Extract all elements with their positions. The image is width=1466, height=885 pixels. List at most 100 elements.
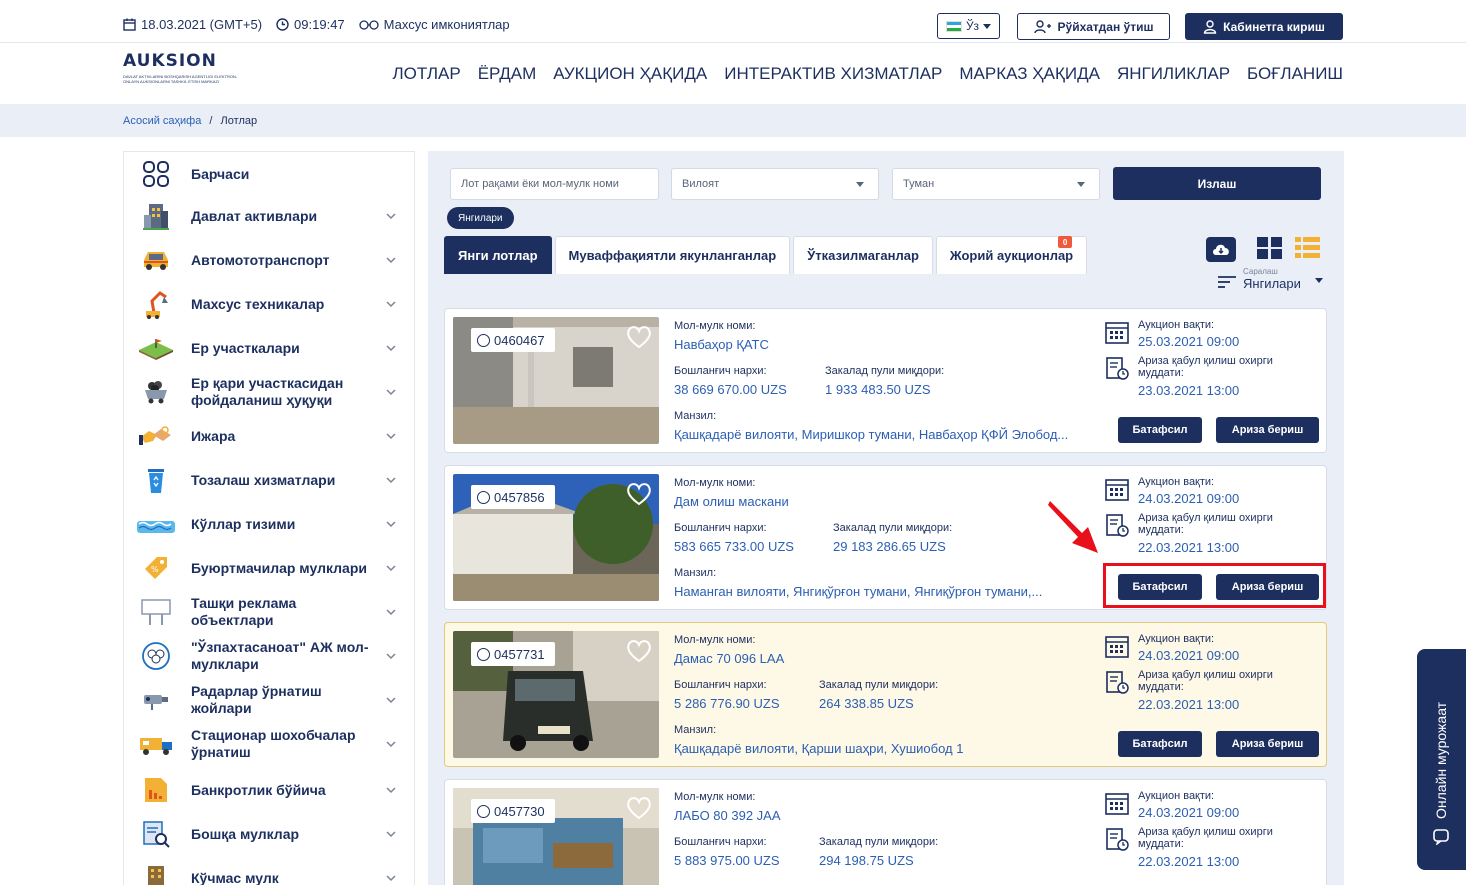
sidebar-item-subsoil-rights[interactable]: Ер қари участкасидан фойдаланиш ҳуқуқи (124, 370, 414, 414)
category-sidebar: Барчаси Давлат активлари Автомототранспо… (123, 151, 415, 885)
nav-lots[interactable]: ЛОТЛАР (392, 64, 460, 84)
details-button[interactable]: Батафсил (1118, 417, 1202, 443)
sidebar-item-real-estate[interactable]: Кўчмас мулк (124, 856, 414, 885)
sidebar-item-customer-property[interactable]: % Буюртмачилар мулклари (124, 546, 414, 590)
list-view-icon[interactable] (1295, 237, 1320, 259)
lot-name[interactable]: Навбаҳор ҚАТС (674, 337, 769, 352)
tab-current-auctions[interactable]: Жорий аукционлар 0 (935, 236, 1088, 274)
heart-icon[interactable] (626, 639, 652, 663)
tab-new-lots[interactable]: Янги лотлар (444, 236, 552, 274)
sidebar-item-radar-locations[interactable]: Радарлар ўрнатиш жойлари (124, 678, 414, 722)
district-select[interactable]: Туман (892, 168, 1100, 200)
deposit-label: Закалад пули миқдори: (825, 365, 945, 377)
lot-number: 0457730 (494, 803, 545, 819)
accessibility-link[interactable]: Махсус имкониятлар (359, 17, 510, 32)
calendar-icon (123, 18, 136, 31)
sidebar-item-cleaning[interactable]: Тозалаш хизматлари (124, 458, 414, 502)
name-label: Мол-мулк номи: (674, 791, 756, 803)
auction-time-value: 24.03.2021 09:00 (1138, 491, 1240, 506)
calendar-icon (1105, 479, 1129, 501)
lot-photo[interactable]: 0457731 (453, 631, 659, 758)
apply-button[interactable]: Ариза бериш (1216, 417, 1319, 443)
nav-help[interactable]: ЁРДАМ (478, 64, 537, 84)
login-button[interactable]: Кабинетга кириш (1185, 13, 1343, 40)
tab-label: Жорий аукционлар (949, 248, 1074, 263)
lot-card[interactable]: 0460467 Мол-мулк номи: Навбаҳор ҚАТС Бош… (444, 308, 1327, 453)
sidebar-item-rent[interactable]: Ижара (124, 414, 414, 458)
nav-about-center[interactable]: МАРКАЗ ҲАҚИДА (959, 64, 1100, 84)
sort-caption: Саралаш (1243, 267, 1278, 276)
nav-interactive-services[interactable]: ИНТЕРАКТИВ ХИЗМАТЛАР (724, 64, 942, 84)
lot-card[interactable]: 0457731 Мол-мулк номи: Дамас 70 096 LAA … (444, 622, 1327, 767)
lot-card[interactable]: 0457730 Мол-мулк номи: ЛАБО 80 392 JAA Б… (444, 779, 1327, 885)
lot-name[interactable]: Дамас 70 096 LAA (674, 651, 784, 666)
sidebar-item-uzpakhtasanoat[interactable]: "Ўзпахтасаноат" АЖ мол-мулклари (124, 634, 414, 678)
apply-button[interactable]: Ариза бериш (1216, 731, 1319, 757)
deadline-value: 22.03.2021 13:00 (1138, 540, 1240, 555)
tab-label: Янги лотлар (458, 248, 538, 263)
start-price-value: 38 669 670.00 UZS (674, 382, 787, 397)
lot-number: 0460467 (494, 332, 545, 348)
sidebar-item-other-property[interactable]: Бошқа мулклар (124, 812, 414, 856)
filter-chip-newest[interactable]: Янгилари (447, 207, 514, 229)
cloud-download-icon[interactable] (1206, 237, 1236, 262)
cotton-icon (137, 641, 175, 671)
car-icon (137, 245, 175, 275)
nav-about-auction[interactable]: АУКЦИОН ҲАҚИДА (553, 64, 707, 84)
sidebar-item-label: Буюртмачилар мулклари (191, 559, 367, 576)
auction-time-label: Аукцион вақти: (1138, 633, 1215, 645)
language-select[interactable]: Ўз (937, 13, 1000, 39)
sidebar-item-land-plots[interactable]: Ер участкалари (124, 326, 414, 370)
sidebar-item-stationary-points[interactable]: Стационар шохобчалар ўрнатиш (124, 722, 414, 766)
search-input[interactable]: Лот рақами ёки мол-мулк номи (450, 168, 659, 200)
start-price-label: Бошланғич нархи: (674, 522, 767, 534)
register-label: Рўйхатдан ўтиш (1057, 19, 1154, 34)
sidebar-item-state-assets[interactable]: Давлат активлари (124, 194, 414, 238)
details-button[interactable]: Батафсил (1118, 731, 1202, 757)
nav-news[interactable]: ЯНГИЛИКЛАР (1117, 64, 1230, 84)
sidebar-item-all[interactable]: Барчаси (124, 152, 414, 196)
chevron-down-icon (386, 301, 396, 308)
tab-completed[interactable]: Муваффақиятли якунланганлар (554, 236, 791, 274)
user-icon (1203, 19, 1217, 34)
sidebar-item-label: Бошқа мулклар (191, 825, 300, 842)
lot-photo[interactable]: 0457730 (453, 788, 659, 885)
mining-cart-icon (137, 377, 175, 407)
nav-contact[interactable]: БОҒЛАНИШ (1247, 64, 1343, 84)
heart-icon[interactable] (626, 325, 652, 349)
deadline-value: 22.03.2021 13:00 (1138, 854, 1240, 869)
site-logo[interactable]: AUKSION DAVLAT AKTIVLARINI BOSHQARISH AG… (123, 51, 245, 99)
lot-photo[interactable]: 0460467 (453, 317, 659, 444)
chevron-down-icon (386, 697, 396, 704)
online-chat-tab[interactable]: Онлайн мурожаат (1417, 649, 1466, 870)
lot-name[interactable]: ЛАБО 80 392 JAA (674, 808, 781, 823)
region-select[interactable]: Вилоят (671, 168, 879, 200)
top-info: 18.03.2021 (GMT+5) 09:19:47 Махсус имкон… (123, 17, 510, 32)
lot-tabs: Янги лотлар Муваффақиятли якунланганлар … (444, 236, 1088, 274)
sidebar-item-vehicles[interactable]: Автомототранспорт (124, 238, 414, 282)
search-button[interactable]: Излаш (1113, 167, 1321, 200)
chevron-down-icon (386, 477, 396, 484)
register-button[interactable]: Рўйхатдан ўтиш (1017, 13, 1170, 40)
svg-text:%: % (151, 565, 159, 574)
login-label: Кабинетга кириш (1223, 19, 1325, 34)
deposit-label: Закалад пули миқдори: (819, 679, 939, 691)
document-clock-icon (1106, 828, 1129, 851)
sidebar-item-label: Банкротлик бўйича (191, 781, 326, 798)
sidebar-item-lakes[interactable]: Кўллар тизими (124, 502, 414, 546)
heart-icon[interactable] (626, 796, 652, 820)
sort-value: Янгилари (1243, 276, 1301, 291)
sidebar-item-bankruptcy[interactable]: Банкротлик бўйича (124, 768, 414, 812)
heart-icon[interactable] (626, 482, 652, 506)
lot-name[interactable]: Дам олиш маскани (674, 494, 789, 509)
grid-view-icon[interactable] (1257, 237, 1282, 259)
breadcrumb-home[interactable]: Асосий саҳифа (123, 115, 201, 127)
tab-not-held[interactable]: Ўтказилмаганлар (793, 236, 933, 274)
apartment-icon (137, 863, 175, 885)
sidebar-item-special-machinery[interactable]: Махсус техникалар (124, 282, 414, 326)
sidebar-item-outdoor-ads[interactable]: Ташқи реклама объектлари (124, 590, 414, 634)
lot-photo[interactable]: 0457856 (453, 474, 659, 601)
auction-time-label: Аукцион вақти: (1138, 790, 1215, 802)
main-nav: ЛОТЛАР ЁРДАМ АУКЦИОН ҲАҚИДА ИНТЕРАКТИВ Х… (392, 64, 1343, 84)
sort-select[interactable]: Саралаш Янгилари (1218, 267, 1328, 291)
